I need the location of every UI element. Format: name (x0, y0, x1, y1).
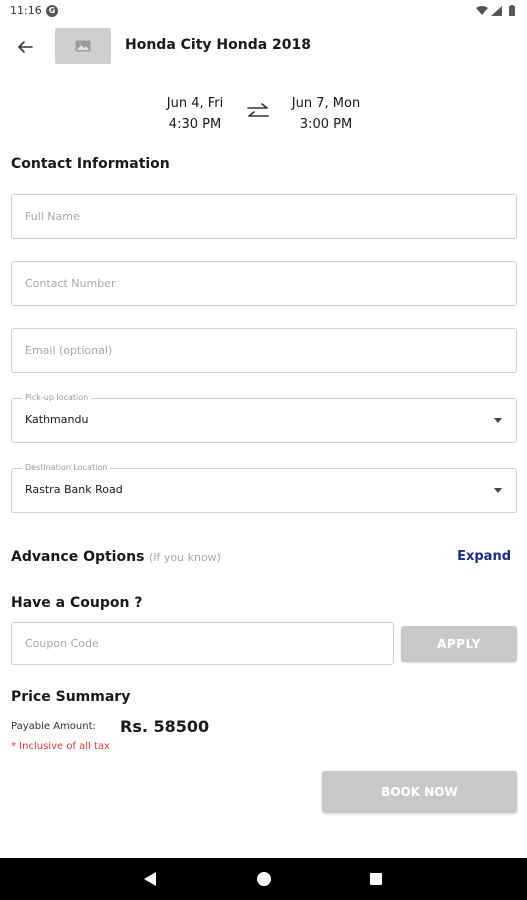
swap-arrows-icon[interactable] (244, 100, 272, 124)
pickup-location-label: Pick-up location (22, 393, 92, 402)
system-status-icons (476, 5, 515, 16)
back-button[interactable] (12, 34, 38, 60)
nav-home-icon[interactable] (257, 872, 271, 886)
status-bar: 11:16 G (0, 0, 527, 24)
destination-location-select[interactable]: Destination Location Rastra Bank Road (11, 463, 517, 513)
email-input[interactable] (25, 329, 495, 372)
nav-back-icon[interactable] (144, 872, 156, 886)
caret-down-icon (494, 418, 502, 423)
nav-recents-icon[interactable] (370, 873, 382, 885)
payable-amount-value: Rs. 58500 (120, 717, 210, 736)
system-nav-bar (0, 858, 527, 900)
tax-note: * Inclusive of all tax (11, 741, 110, 752)
page-title: Honda City Honda 2018 (125, 37, 312, 53)
coupon-code-input[interactable] (25, 623, 380, 664)
battery-icon (509, 6, 515, 16)
image-icon (75, 40, 91, 52)
contact-number-field[interactable] (11, 261, 517, 306)
arrow-back-icon (18, 41, 33, 53)
price-summary-title: Price Summary (11, 689, 131, 705)
coupon-section-title: Have a Coupon ? (11, 595, 143, 611)
caret-down-icon (494, 488, 502, 493)
destination-location-label: Destination Location (22, 463, 111, 472)
dropoff-date[interactable]: Jun 7, Mon 3:00 PM (280, 93, 372, 135)
pickup-location-value: Kathmandu (25, 413, 89, 426)
dropoff-time: 3:00 PM (299, 117, 353, 132)
advance-options-title: Advance Options (11, 549, 145, 565)
pickup-date[interactable]: Jun 4, Fri 4:30 PM (150, 93, 240, 135)
full-name-field[interactable] (11, 194, 517, 239)
google-notification-icon: G (46, 5, 58, 17)
contact-number-input[interactable] (25, 262, 495, 305)
payable-amount-label: Payable Amount: (11, 721, 96, 732)
advance-options-hint: (If you know) (149, 551, 221, 564)
pickup-location-select[interactable]: Pick-up location Kathmandu (11, 393, 517, 443)
pickup-day: Jun 4, Fri (166, 96, 224, 111)
expand-link[interactable]: Expand (457, 549, 511, 564)
dropoff-day: Jun 7, Mon (291, 96, 361, 111)
contact-section-title: Contact Information (11, 156, 170, 172)
status-time: 11:16 (10, 4, 42, 17)
signal-icon (491, 6, 502, 16)
destination-location-value: Rastra Bank Road (25, 483, 123, 496)
coupon-field[interactable] (11, 622, 394, 665)
book-now-button[interactable]: BOOK NOW (322, 771, 517, 813)
wifi-icon (476, 6, 488, 15)
apply-coupon-button[interactable]: APPLY (401, 626, 517, 662)
pickup-time: 4:30 PM (168, 117, 222, 132)
full-name-input[interactable] (25, 195, 495, 238)
car-thumbnail (55, 28, 111, 64)
email-field[interactable] (11, 328, 517, 373)
